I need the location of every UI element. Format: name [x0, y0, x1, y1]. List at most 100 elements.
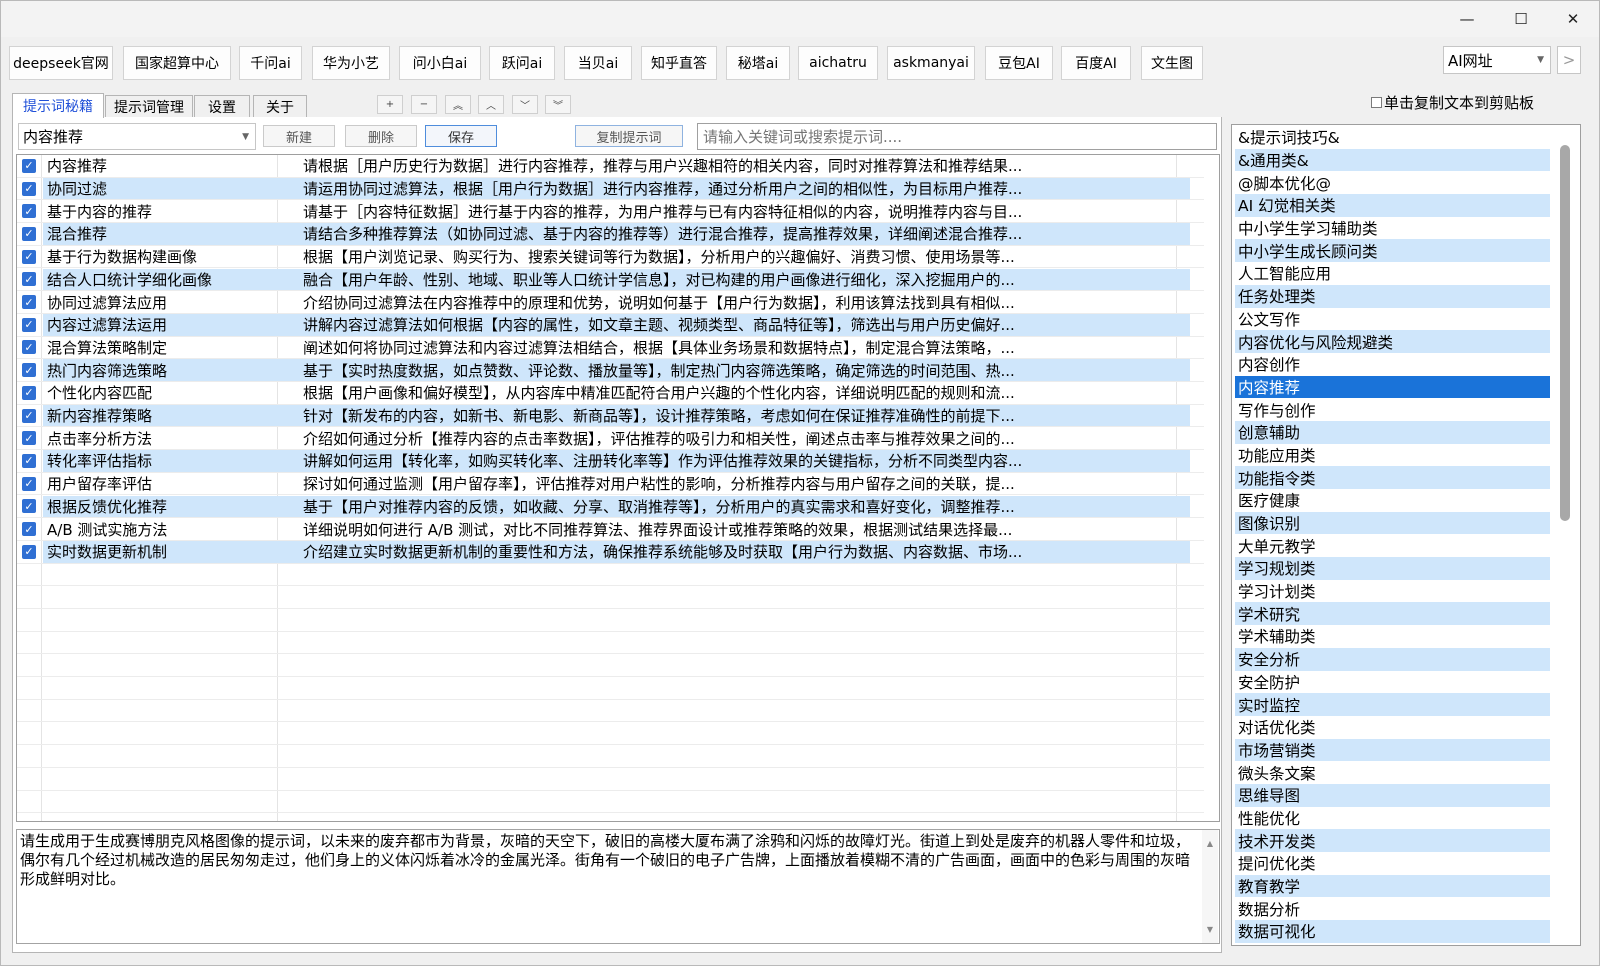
save-button[interactable]: 保存 [425, 125, 497, 147]
table-row[interactable]: ✓ 热门内容筛选策略 基于【实时热度数据，如点赞数、评论数、播放量等】，制定热门内容… [17, 359, 1204, 382]
check-icon[interactable]: ✓ [22, 340, 36, 355]
category-item[interactable]: 学习计划类 [1235, 580, 1550, 603]
row-checkbox-cell[interactable]: ✓ [17, 427, 41, 449]
row-checkbox-cell[interactable] [17, 654, 41, 676]
row-checkbox-cell[interactable]: ✓ [17, 359, 41, 381]
row-checkbox-cell[interactable] [17, 723, 41, 745]
check-icon[interactable]: ✓ [22, 476, 36, 491]
row-checkbox-cell[interactable]: ✓ [17, 337, 41, 359]
minimize-icon[interactable]: — [1441, 1, 1493, 37]
row-checkbox-cell[interactable]: ✓ [17, 541, 41, 563]
row-checkbox-cell[interactable]: ✓ [17, 473, 41, 495]
category-item[interactable]: 内容推荐 [1235, 375, 1550, 399]
next-url-button[interactable]: > [1557, 46, 1581, 74]
table-row[interactable] [17, 654, 1204, 678]
category-item[interactable]: 医疗健康 [1235, 489, 1550, 512]
category-item[interactable]: 功能指令类 [1235, 466, 1550, 489]
tab-1[interactable]: 提示词管理 [105, 95, 193, 117]
table-row[interactable] [17, 745, 1204, 768]
table-row[interactable] [17, 586, 1204, 609]
check-icon[interactable]: ✓ [22, 317, 36, 332]
table-row[interactable]: ✓ 基于内容的推荐 请基于［内容特征数据］进行基于内容的推荐，为用户推荐与已有内容特… [17, 200, 1204, 224]
category-item[interactable]: 公文写作 [1235, 308, 1550, 331]
row-checkbox-cell[interactable]: ✓ [17, 496, 41, 518]
row-checkbox-cell[interactable] [17, 700, 41, 722]
quick-link-button[interactable]: 百度AI [1061, 46, 1131, 80]
table-row[interactable] [17, 609, 1204, 632]
category-item[interactable]: 功能应用类 [1235, 444, 1550, 467]
table-row[interactable]: ✓ 新内容推荐策略 针对【新发布的内容，如新书、新电影、新商品等】，设计推荐策略，考… [17, 404, 1204, 428]
row-checkbox-cell[interactable] [17, 677, 41, 699]
copy-prompt-button[interactable]: 复制提示词 [575, 125, 683, 147]
category-item[interactable]: 实时监控 [1235, 693, 1550, 716]
check-icon[interactable]: ✓ [22, 544, 36, 559]
row-checkbox-cell[interactable] [17, 586, 41, 608]
move-bottom-icon[interactable]: ︾ [545, 95, 571, 114]
delete-button[interactable]: 删除 [345, 125, 417, 147]
move-up-icon[interactable]: ︿ [478, 95, 504, 114]
row-checkbox-cell[interactable]: ✓ [17, 405, 41, 427]
maximize-icon[interactable]: ☐ [1495, 1, 1547, 37]
row-checkbox-cell[interactable]: ✓ [17, 382, 41, 404]
scroll-up-icon[interactable]: ▲ [1202, 834, 1218, 853]
category-item[interactable]: 对话优化类 [1235, 716, 1550, 739]
tab-3[interactable]: 关于 [253, 95, 307, 117]
table-row[interactable]: ✓ A/B 测试实施方法 详细说明如何进行 A/B 测试，对比不同推荐算法、推荐界面… [17, 518, 1204, 541]
row-checkbox-cell[interactable]: ✓ [17, 155, 41, 177]
row-checkbox-cell[interactable]: ✓ [17, 518, 41, 540]
row-checkbox-cell[interactable] [17, 745, 41, 767]
category-dropdown[interactable]: 内容推荐 ▼ [18, 123, 256, 150]
quick-link-button[interactable]: 千问ai [239, 46, 302, 80]
table-row[interactable] [17, 723, 1204, 746]
category-item[interactable]: 任务处理类 [1235, 284, 1550, 308]
table-row[interactable] [17, 768, 1204, 791]
category-item[interactable]: 技术开发类 [1235, 829, 1550, 852]
quick-link-button[interactable]: aichatru [798, 46, 878, 80]
category-item[interactable]: 思维导图 [1235, 783, 1550, 807]
table-row[interactable]: ✓ 根据反馈优化推荐 基于【用户对推荐内容的反馈，如收藏、分享、取消推荐等】，分析用… [17, 495, 1204, 519]
quick-link-button[interactable]: 当贝ai [564, 46, 632, 80]
remove-icon[interactable]: − [411, 95, 437, 114]
table-row[interactable]: ✓ 点击率分析方法 介绍如何通过分析【推荐内容的点击率数据】，评估推荐的吸引力和相关… [17, 427, 1204, 451]
check-icon[interactable]: ✓ [22, 408, 36, 423]
detail-scrollbar[interactable]: ▲ ▼ [1202, 830, 1218, 943]
table-row[interactable]: ✓ 混合算法策略制定 阐述如何将协同过滤算法和内容过滤算法相结合，根据【具体业务场景… [17, 337, 1204, 360]
ai-url-dropdown[interactable]: AI网址 ▼ [1443, 46, 1551, 74]
move-down-icon[interactable]: ﹀ [512, 95, 538, 114]
table-row[interactable]: ✓ 协同过滤算法应用 介绍协同过滤算法在内容推荐中的原理和优势，说明如何基于【用户行… [17, 291, 1204, 314]
table-row[interactable]: ✓ 个性化内容匹配 根据【用户画像和偏好模型】，从内容库中精准匹配符合用户兴趣的个性… [17, 382, 1204, 405]
category-item[interactable]: 学术研究 [1235, 602, 1550, 626]
category-item[interactable]: &提示词技巧& [1235, 126, 1550, 149]
category-item[interactable]: 人工智能应用 [1235, 262, 1550, 285]
category-item[interactable]: 教育教学 [1235, 874, 1550, 898]
category-item[interactable]: 数据可视化 [1235, 920, 1550, 943]
new-button[interactable]: 新建 [263, 125, 335, 147]
quick-link-button[interactable]: 文生图 [1141, 46, 1203, 80]
category-item[interactable]: 学术辅助类 [1235, 625, 1550, 648]
table-row[interactable]: ✓ 协同过滤 请运用协同过滤算法，根据［用户行为数据］进行内容推荐，通过分析用户之间… [17, 177, 1204, 201]
table-row[interactable] [17, 632, 1204, 655]
check-icon[interactable]: ✓ [22, 181, 36, 196]
category-item[interactable]: &通用类& [1235, 148, 1550, 172]
category-item[interactable]: 性能优化 [1235, 807, 1550, 830]
category-scrollbar[interactable] [1550, 125, 1580, 945]
check-icon[interactable]: ✓ [22, 272, 36, 287]
quick-link-button[interactable]: 知乎直答 [641, 46, 717, 80]
category-item[interactable]: 学习规划类 [1235, 557, 1550, 580]
table-row[interactable] [17, 677, 1204, 700]
category-item[interactable]: 创意辅助 [1235, 420, 1550, 444]
table-row[interactable] [17, 791, 1204, 814]
table-row[interactable] [17, 700, 1204, 723]
check-icon[interactable]: ✓ [22, 226, 36, 241]
quick-link-button[interactable]: askmanyai [887, 46, 975, 80]
check-icon[interactable]: ✓ [22, 453, 36, 468]
category-item[interactable]: 内容优化与风险规避类 [1235, 330, 1550, 353]
category-item[interactable]: @脚本优化@ [1235, 171, 1550, 194]
category-item[interactable]: 安全分析 [1235, 647, 1550, 671]
category-item[interactable]: 内容创作 [1235, 353, 1550, 376]
move-top-icon[interactable]: ︽ [445, 95, 471, 114]
row-checkbox-cell[interactable]: ✓ [17, 291, 41, 313]
row-checkbox-cell[interactable]: ✓ [17, 200, 41, 222]
row-checkbox-cell[interactable]: ✓ [17, 178, 41, 200]
category-item[interactable]: 微头条文案 [1235, 761, 1550, 784]
